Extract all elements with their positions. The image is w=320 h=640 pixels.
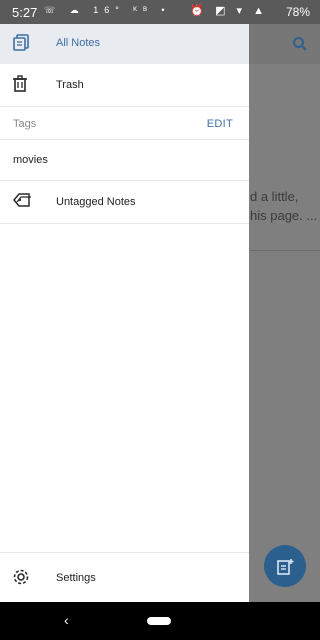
drawer-item-settings[interactable]: Settings (0, 553, 249, 602)
edit-tags-button[interactable]: EDIT (207, 118, 233, 130)
tag-item-movies[interactable]: movies (0, 140, 249, 180)
settings-label: Settings (56, 572, 96, 584)
system-navigation-bar: ‹ (0, 602, 320, 640)
untagged-notes-label: Untagged Notes (56, 196, 136, 208)
trash-label: Trash (56, 79, 84, 91)
drawer-item-untagged-notes[interactable]: Untagged Notes (0, 181, 249, 223)
background-note-preview-line1: d a little, (250, 189, 299, 204)
navigation-drawer: All Notes Trash Tags EDIT movies Untagge… (0, 24, 249, 602)
tags-header: Tags (13, 118, 37, 130)
status-bar: 5:27 ☏ ☁ 16° ᴷᴮ • ⏰ ◩ ▾ ▲ 78% (0, 0, 320, 24)
all-notes-label: All Notes (56, 37, 101, 49)
trash-icon (12, 75, 32, 95)
back-icon[interactable]: ‹ (64, 612, 69, 628)
drawer-item-trash[interactable]: Trash (0, 64, 249, 106)
background-note-preview-line2: his page. ... (250, 208, 318, 223)
status-left-icons: ☏ ☁ 16° ᴷᴮ • (44, 5, 171, 15)
status-time: 5:27 (12, 5, 38, 20)
battery-percentage: 78% (285, 5, 310, 19)
background-divider (250, 250, 320, 251)
new-note-button[interactable] (264, 545, 306, 587)
drawer-item-all-notes[interactable]: All Notes (0, 24, 249, 64)
tags-section-header: Tags EDIT (0, 107, 249, 139)
search-icon[interactable] (292, 36, 308, 57)
notes-stack-icon (12, 33, 32, 53)
divider (0, 223, 249, 224)
status-right-icons: ⏰ ◩ ▾ ▲ (190, 5, 268, 17)
gear-icon (12, 568, 32, 588)
tag-label: movies (13, 154, 48, 166)
tag-outline-icon (12, 192, 32, 212)
home-pill[interactable] (147, 617, 171, 625)
